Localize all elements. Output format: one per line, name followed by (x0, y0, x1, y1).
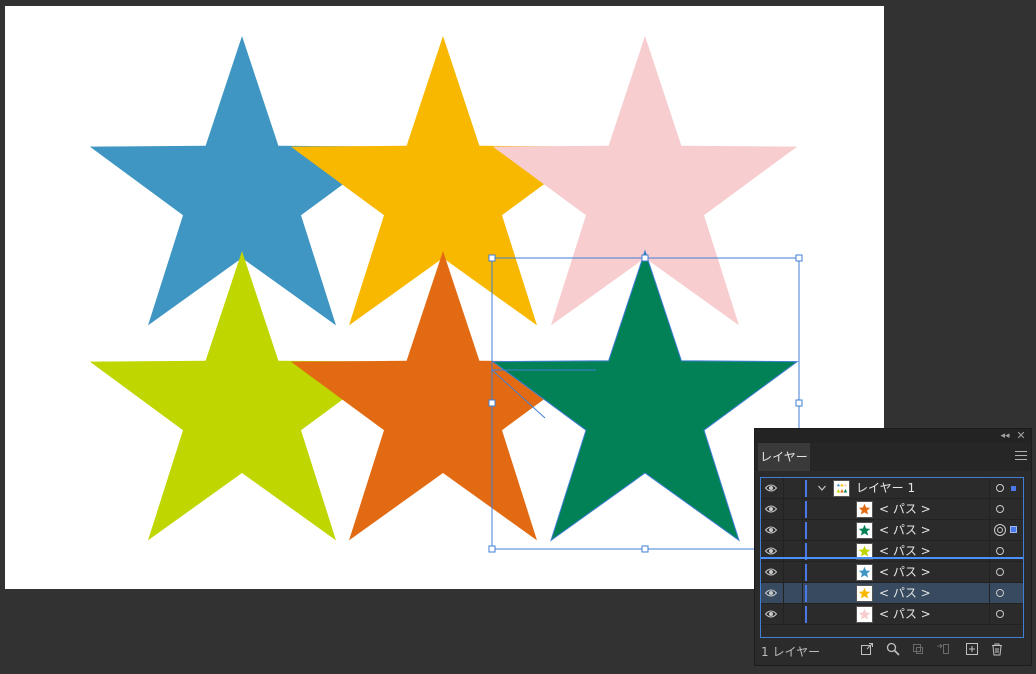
new-layer-icon[interactable] (965, 642, 979, 656)
export-icon[interactable] (860, 642, 874, 656)
eye-icon[interactable] (765, 504, 777, 514)
layers-list[interactable]: レイヤー 1 < パス > < パス > < パス > < パス > < パス > < パ… (760, 477, 1024, 638)
resize-handle[interactable] (488, 254, 496, 262)
lock-toggle[interactable] (783, 478, 803, 499)
panel-footer: 1 レイヤー (755, 637, 1031, 665)
eye-icon[interactable] (765, 546, 777, 556)
target-circle-icon[interactable] (996, 589, 1004, 597)
path-name[interactable]: < パス > (879, 499, 931, 520)
layer-row-path[interactable]: < パス > (761, 499, 1023, 520)
layer-color-bar (805, 564, 807, 581)
resize-handle[interactable] (795, 254, 803, 262)
resize-handle[interactable] (795, 399, 803, 407)
target-circle-icon[interactable] (996, 484, 1004, 492)
selection-indicator (1011, 486, 1016, 491)
sublayer-icon[interactable] (936, 642, 950, 656)
layer-name[interactable]: レイヤー 1 (856, 478, 915, 499)
layer-thumbnail (833, 480, 850, 497)
resize-handle[interactable] (488, 399, 496, 407)
layer-row-path[interactable]: < パス > (761, 520, 1023, 541)
layer-color-bar (805, 480, 807, 497)
search-icon[interactable] (886, 642, 900, 656)
target-circle-icon[interactable] (996, 610, 1004, 618)
layer-count-label: 1 レイヤー (761, 645, 821, 659)
layers-panel: ◂◂ ✕ レイヤー レイヤー 1 < パス > < パス > < パス > < … (754, 428, 1032, 666)
layer-row-layer-1[interactable]: レイヤー 1 (761, 478, 1023, 499)
lock-toggle[interactable] (783, 562, 803, 583)
lock-toggle[interactable] (783, 520, 803, 541)
hamburger-menu-icon[interactable] (1015, 451, 1027, 463)
target-cell[interactable] (989, 583, 1023, 604)
layer-row-path[interactable]: < パス > (761, 604, 1023, 625)
layer-color-bar (805, 585, 807, 602)
path-name[interactable]: < パス > (879, 520, 931, 541)
selection-indicator (1010, 526, 1017, 533)
target-cell[interactable] (989, 562, 1023, 583)
target-cell[interactable] (989, 499, 1023, 520)
path-name[interactable]: < パス > (879, 562, 931, 583)
star-green[interactable] (491, 249, 799, 542)
target-cell[interactable] (989, 604, 1023, 625)
lock-toggle[interactable] (783, 583, 803, 604)
layer-color-bar (805, 522, 807, 539)
eye-icon[interactable] (765, 483, 777, 493)
panel-title-bar: ◂◂ ✕ (755, 429, 1031, 443)
panel-tab-bar: レイヤー (755, 443, 1031, 471)
chevron-down-icon[interactable] (817, 483, 827, 493)
eye-icon[interactable] (765, 567, 777, 577)
lock-toggle[interactable] (783, 604, 803, 625)
layer-color-bar (805, 606, 807, 623)
tab-layers[interactable]: レイヤー (758, 443, 810, 471)
target-circle-icon[interactable] (996, 505, 1004, 513)
target-circle-icon[interactable] (996, 547, 1004, 555)
path-thumbnail (856, 501, 873, 518)
close-icon[interactable]: ✕ (1015, 429, 1027, 443)
path-thumbnail (856, 564, 873, 581)
clipping-mask-icon[interactable] (911, 642, 925, 656)
trash-icon[interactable] (990, 642, 1004, 656)
resize-handle[interactable] (641, 254, 649, 262)
path-thumbnail (856, 522, 873, 539)
target-cell[interactable] (989, 478, 1023, 499)
layer-row-path[interactable]: < パス > (761, 562, 1023, 583)
lock-toggle[interactable] (783, 499, 803, 520)
target-circle-icon[interactable] (994, 524, 1006, 536)
resize-handle[interactable] (488, 545, 496, 553)
layer-row-path[interactable]: < パス > (761, 583, 1023, 604)
eye-icon[interactable] (765, 609, 777, 619)
double-chevron-left-icon[interactable]: ◂◂ (999, 429, 1011, 443)
resize-handle[interactable] (641, 545, 649, 553)
drop-indicator-line (761, 557, 1023, 559)
path-name[interactable]: < パス > (879, 604, 931, 625)
target-circle-icon[interactable] (996, 568, 1004, 576)
target-cell[interactable] (989, 520, 1023, 541)
path-thumbnail (856, 585, 873, 602)
path-name[interactable]: < パス > (879, 583, 931, 604)
eye-icon[interactable] (765, 588, 777, 598)
path-thumbnail (856, 606, 873, 623)
layer-color-bar (805, 501, 807, 518)
eye-icon[interactable] (765, 525, 777, 535)
